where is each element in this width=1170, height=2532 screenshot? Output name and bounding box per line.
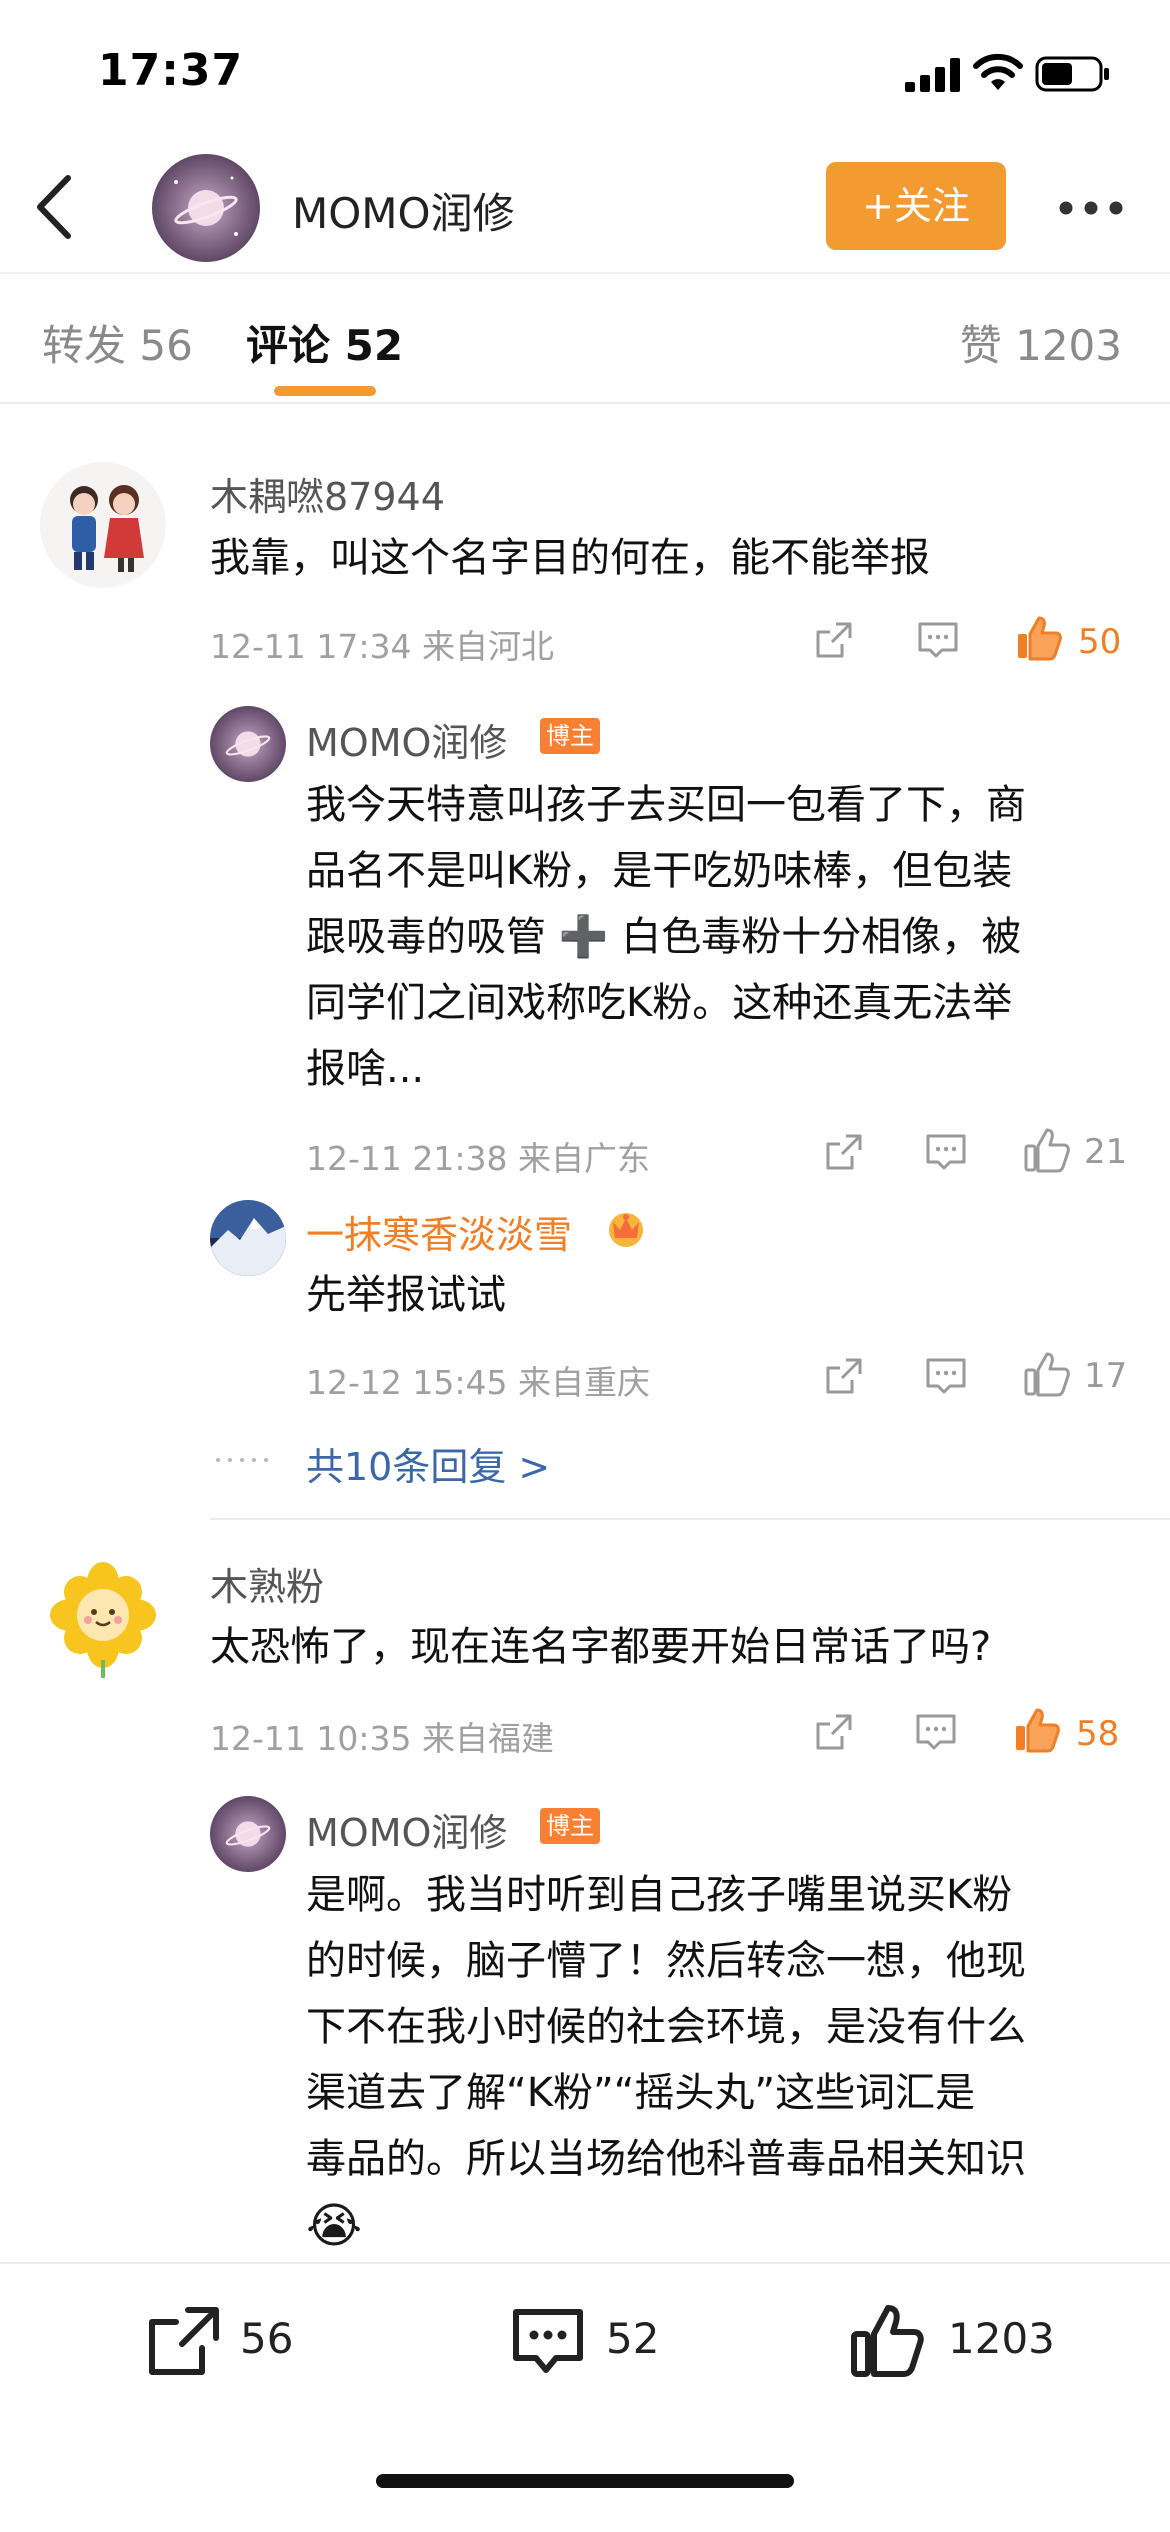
like-icon[interactable] <box>1022 1126 1072 1176</box>
commenter-avatar[interactable] <box>40 462 166 588</box>
active-tab-indicator <box>274 386 376 396</box>
reply-avatar[interactable] <box>210 1796 286 1872</box>
share-icon[interactable] <box>822 1130 866 1174</box>
like-count: 50 <box>1078 622 1122 662</box>
like-count: 17 <box>1084 1356 1128 1396</box>
comment-divider <box>210 1518 1170 1520</box>
blogger-name[interactable]: MOMO润修 <box>292 180 515 241</box>
like-icon-active[interactable] <box>1012 1706 1062 1756</box>
home-indicator[interactable] <box>376 2474 794 2488</box>
comment-username[interactable]: 木耦嘫87944 <box>210 466 445 521</box>
reply-meta: 12-12 15:45 来自重庆 <box>306 1363 650 1402</box>
back-arrow-icon[interactable] <box>28 172 78 242</box>
top-nav: MOMO润修 +关注 <box>0 140 1170 270</box>
battery-icon <box>1035 56 1109 92</box>
reply-username-vip[interactable]: 一抹寒香淡淡雪 <box>306 1204 572 1259</box>
reply-icon[interactable] <box>916 618 960 662</box>
reply-icon[interactable] <box>914 1710 958 1754</box>
tab-likes[interactable]: 赞 1203 <box>960 312 1122 373</box>
cellular-signal-icon <box>905 58 960 92</box>
comment-meta: 12-11 10:35 来自福建 <box>210 1719 554 1758</box>
blogger-badge: 博主 <box>540 718 600 754</box>
reply-avatar[interactable] <box>210 1200 286 1276</box>
forward-count: 56 <box>240 2314 294 2363</box>
like-total-count: 1203 <box>948 2314 1055 2363</box>
comment-meta: 12-11 17:34 来自河北 <box>210 627 554 666</box>
reply-text-line: 同学们之间戏称吃K粉。这种还真无法举 <box>306 980 1013 1026</box>
follow-button[interactable]: +关注 <box>826 162 1006 250</box>
reply-avatar[interactable] <box>210 706 286 782</box>
more-options-icon[interactable] <box>1058 200 1124 216</box>
crying-emoji: 😭 <box>306 2198 363 2254</box>
reply-text-line: 报啥... <box>306 1046 425 1092</box>
comment-text: 太恐怖了，现在连名字都要开始日常话了吗? <box>210 1624 992 1670</box>
tab-forwards[interactable]: 转发 56 <box>42 312 193 373</box>
reply-meta: 12-11 21:38 来自广东 <box>306 1139 650 1178</box>
like-count: 58 <box>1076 1714 1120 1754</box>
reply-text: 先举报试试 <box>306 1272 506 1318</box>
blogger-avatar[interactable] <box>152 154 260 262</box>
reply-icon[interactable] <box>924 1130 968 1174</box>
reply-text-line: 跟吸毒的吸管 ➕ 白色毒粉十分相像，被 <box>306 914 1022 960</box>
reply-text-line: 渠道去了解“K粉”“摇头丸”这些词汇是 <box>306 2070 976 2116</box>
share-icon[interactable] <box>822 1354 866 1398</box>
reply-username[interactable]: MOMO润修 <box>306 712 507 767</box>
comment-username[interactable]: 木熟粉 <box>210 1556 324 1611</box>
more-replies-link[interactable]: 共10条回复 > <box>306 1436 550 1491</box>
comment-text: 我靠，叫这个名字目的何在，能不能举报 <box>210 535 930 581</box>
comment-icon[interactable] <box>508 2302 588 2382</box>
like-icon[interactable] <box>848 2302 928 2382</box>
bottom-action-bar: 56 52 1203 <box>0 2262 1170 2532</box>
reply-text-line: 毒品的。所以当场给他科普毒品相关知识 <box>306 2136 1026 2182</box>
reply-text-line: 下不在我小时候的社会环境，是没有什么 <box>306 2004 1026 2050</box>
share-icon[interactable] <box>812 1710 856 1754</box>
blogger-badge: 博主 <box>540 1808 600 1844</box>
reply-username[interactable]: MOMO润修 <box>306 1802 507 1857</box>
comment-count: 52 <box>606 2314 660 2363</box>
wifi-icon <box>973 53 1023 90</box>
status-bar: 17:37 <box>0 0 1170 140</box>
status-time: 17:37 <box>98 45 244 96</box>
like-icon[interactable] <box>1022 1350 1072 1400</box>
share-icon[interactable] <box>812 618 856 662</box>
like-count: 21 <box>1084 1132 1128 1172</box>
crown-badge-icon <box>609 1213 643 1247</box>
like-icon-active[interactable] <box>1014 614 1064 664</box>
tab-bar: 转发 56 评论 52 赞 1203 <box>0 272 1170 404</box>
dotted-line-icon <box>216 1458 268 1462</box>
reply-text-line: 是啊。我当时听到自己孩子嘴里说买K粉 <box>306 1872 1013 1918</box>
reply-icon[interactable] <box>924 1354 968 1398</box>
tab-comments[interactable]: 评论 52 <box>246 312 403 373</box>
reply-text-line: 品名不是叫K粉，是干吃奶味棒，但包装 <box>306 848 1013 894</box>
commenter-avatar[interactable] <box>40 1552 166 1678</box>
forward-icon[interactable] <box>144 2302 224 2382</box>
reply-text-line: 我今天特意叫孩子去买回一包看了下，商 <box>306 782 1026 828</box>
reply-text-line: 的时候，脑子懵了！然后转念一想，他现 <box>306 1938 1026 1984</box>
